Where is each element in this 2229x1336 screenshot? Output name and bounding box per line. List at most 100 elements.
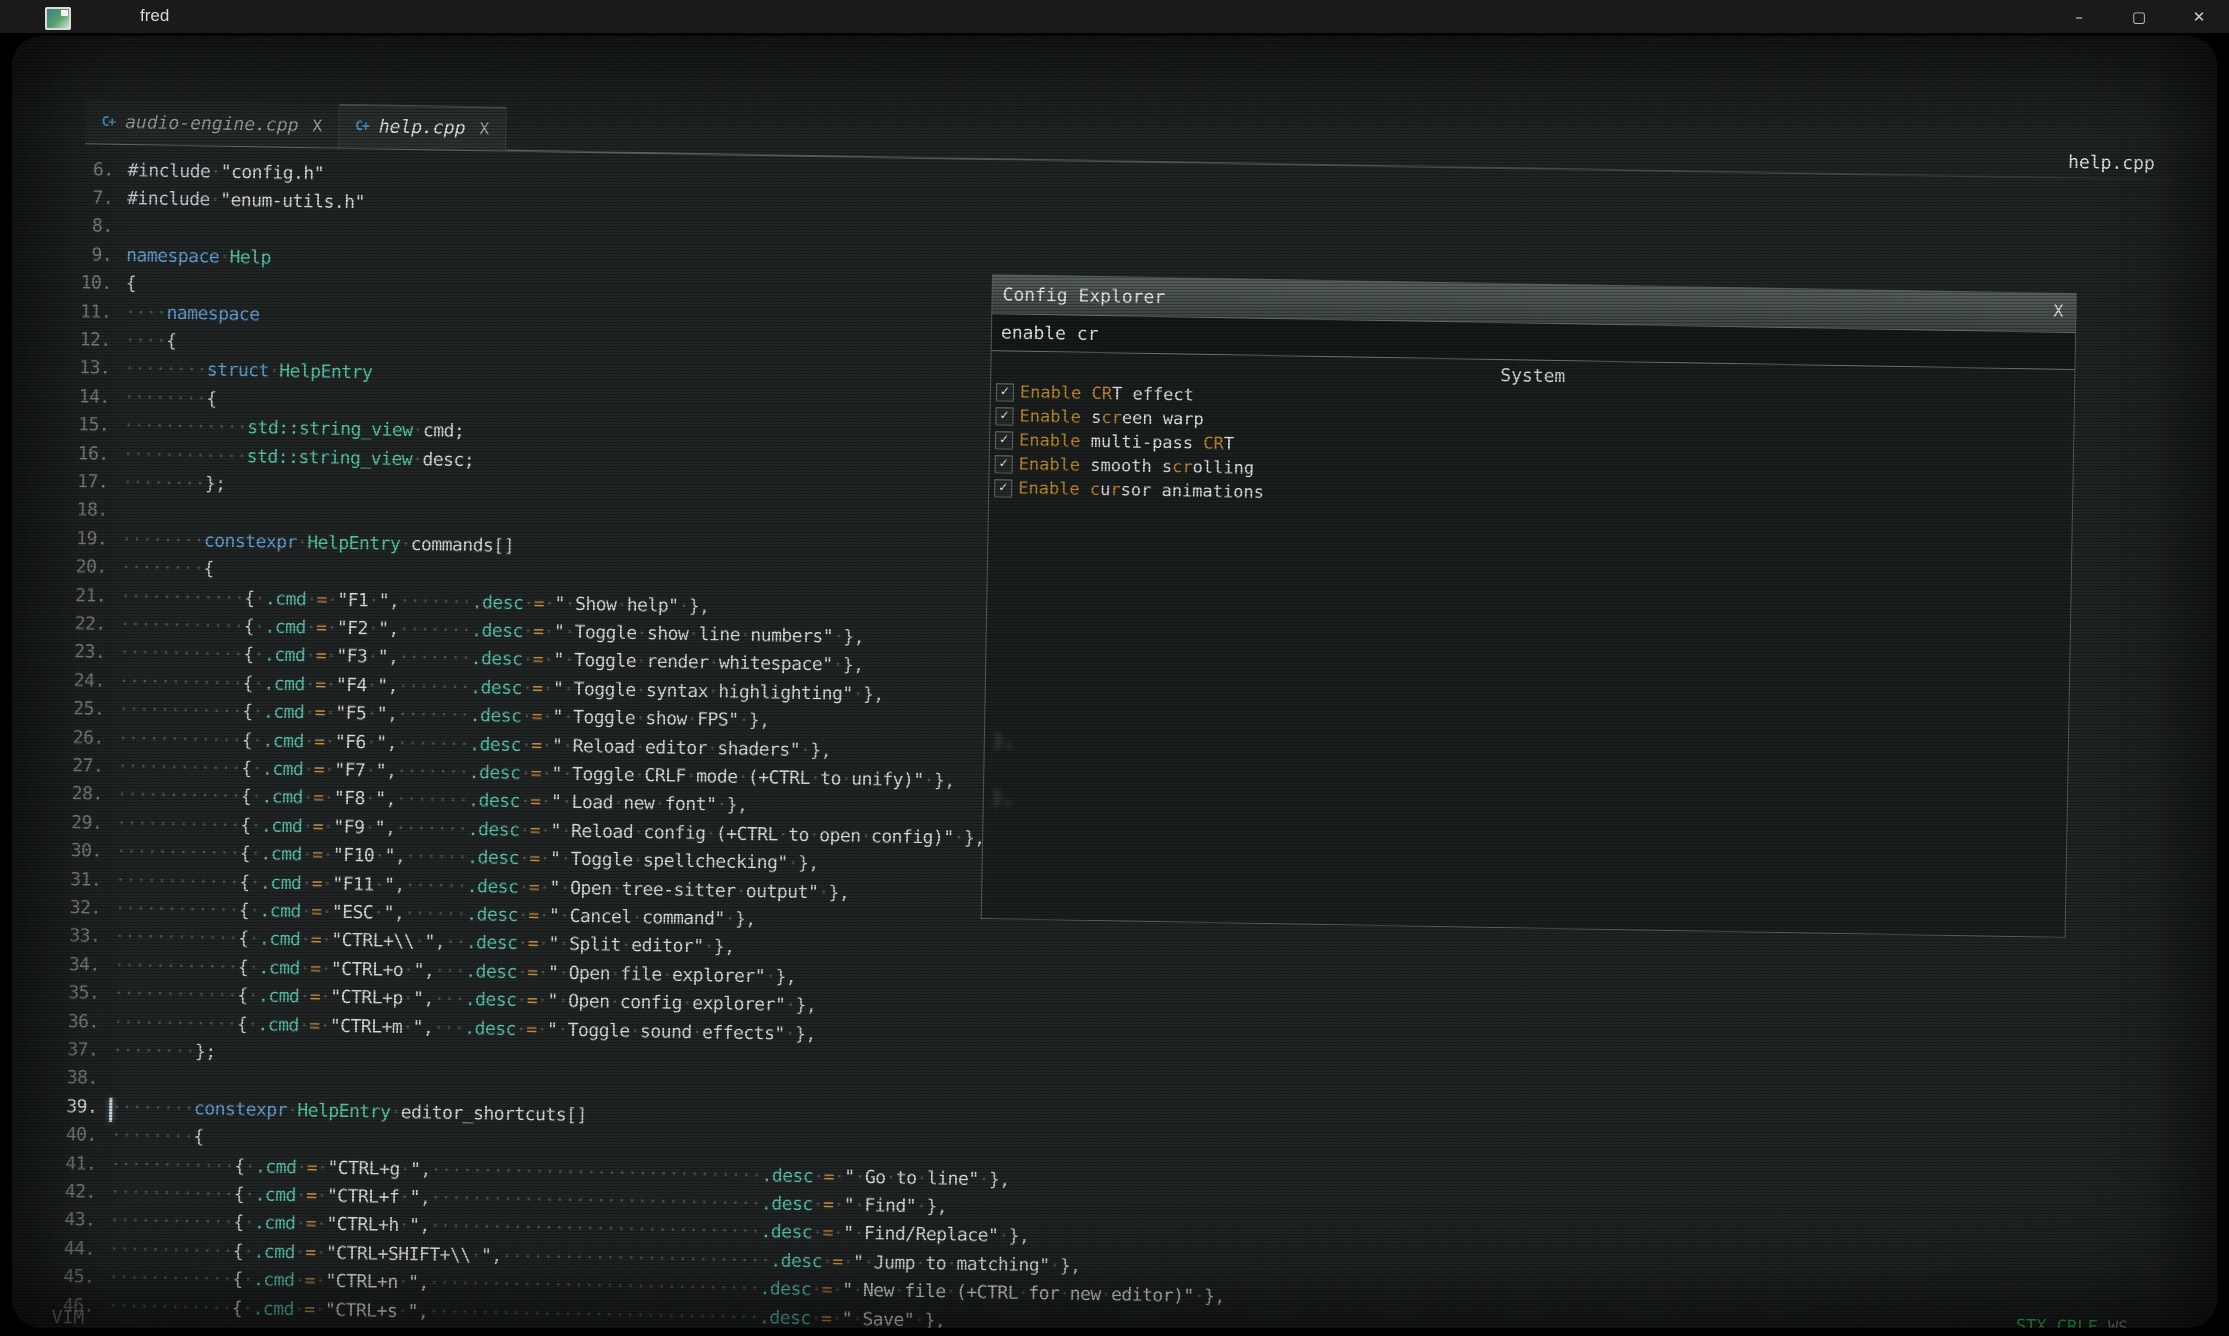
tab-close-icon[interactable]: X (312, 116, 322, 135)
whitespace-dots: · (254, 616, 265, 637)
whitespace-dots: · (834, 1166, 845, 1187)
line-number: 40. (33, 1124, 97, 1146)
whitespace-dots: ········ (111, 1097, 194, 1119)
crt-ghost-artifact: }, (992, 787, 1014, 808)
whitespace-dots: · (765, 966, 776, 987)
whitespace-dots: · (402, 1017, 413, 1038)
whitespace-dots: · (565, 593, 576, 614)
whitespace-dots: ············ (120, 614, 244, 637)
whitespace-dots: · (470, 1245, 481, 1266)
whitespace-dots: · (540, 792, 551, 813)
whitespace-dots: ········ (121, 557, 204, 579)
minimize-button[interactable]: – (2049, 0, 2109, 33)
whitespace-dots: · (253, 673, 264, 694)
whitespace-dots: ··· (433, 1017, 464, 1039)
whitespace-dots: · (521, 706, 532, 727)
whitespace-dots: · (242, 1298, 253, 1319)
whitespace-dots: · (538, 905, 549, 926)
checkbox-checked-icon[interactable]: ✓ (995, 455, 1013, 473)
whitespace-dots: · (519, 848, 530, 869)
line-number: 11. (47, 300, 111, 322)
checkbox-checked-icon[interactable]: ✓ (995, 431, 1013, 449)
whitespace-dots: · (682, 993, 693, 1014)
tab-label: audio-engine.cpp (125, 111, 299, 135)
whitespace-dots: · (978, 1169, 989, 1190)
whitespace-dots: ······· (396, 761, 469, 783)
whitespace-dots: · (323, 816, 334, 837)
checkbox-checked-icon[interactable]: ✓ (996, 383, 1014, 401)
whitespace-dots: · (520, 791, 531, 812)
line-number: 22. (42, 613, 106, 635)
whitespace-dots: · (945, 1282, 956, 1303)
whitespace-dots: · (564, 650, 575, 671)
line-number: 28. (39, 783, 103, 805)
whitespace-dots: ········ (121, 529, 204, 551)
checkbox-checked-icon[interactable]: ✓ (995, 407, 1013, 425)
whitespace-dots: ············ (115, 870, 239, 893)
maximize-button[interactable]: ▢ (2109, 0, 2169, 33)
whitespace-dots: ··· (434, 989, 465, 1011)
whitespace-dots: · (705, 823, 716, 844)
config-option-enable-cursor-animations[interactable]: ✓Enable cursor animations (994, 476, 1264, 505)
text-cursor (109, 1098, 112, 1122)
whitespace-dots: · (916, 1196, 927, 1217)
popup-close-icon[interactable]: X (2053, 302, 2064, 322)
whitespace-dots: ······· (397, 732, 470, 754)
whitespace-dots: · (403, 960, 414, 981)
whitespace-dots: · (562, 735, 573, 756)
whitespace-dots: · (324, 760, 335, 781)
whitespace-dots: ······· (398, 647, 471, 669)
line-number: 36. (35, 1010, 99, 1032)
whitespace-dots: ······· (397, 704, 470, 726)
whitespace-dots: · (833, 1195, 844, 1216)
line-number: 27. (39, 755, 103, 777)
code-line: 17.········}; (44, 471, 226, 502)
line-number: 43. (31, 1209, 95, 1231)
whitespace-dots: · (1059, 1284, 1070, 1305)
whitespace-dots: · (558, 991, 569, 1012)
whitespace-dots: · (412, 420, 423, 441)
whitespace-dots: · (327, 589, 338, 610)
whitespace-dots: ······· (399, 619, 472, 641)
config-option-list: ✓Enable CRT effect✓Enable screen warp✓En… (994, 380, 1266, 505)
whitespace-dots: · (654, 794, 665, 815)
whitespace-dots: · (518, 877, 529, 898)
whitespace-dots: · (523, 621, 534, 642)
whitespace-dots: · (613, 793, 624, 814)
whitespace-dots: · (250, 843, 261, 864)
config-explorer-popup: Config Explorer X enable cr System ✓Enab… (981, 274, 2077, 938)
whitespace-dots: · (738, 710, 749, 731)
whitespace-dots: ············ (108, 1267, 232, 1290)
line-number: 32. (37, 897, 101, 919)
whitespace-dots: · (297, 532, 308, 553)
whitespace-dots: ············ (108, 1295, 232, 1318)
cursor-position-status: 22px Ln 39, Col 1 (15.42%) (1439, 1323, 1909, 1328)
whitespace-dots: · (536, 1019, 547, 1040)
whitespace-dots: · (248, 957, 259, 978)
whitespace-dots: ································ (431, 1159, 762, 1186)
line-number: 9. (48, 243, 112, 265)
whitespace-dots: · (247, 1014, 258, 1035)
code-line: 20.········{ (42, 556, 214, 587)
line-number: 19. (43, 527, 107, 549)
tab-bar: C+audio-engine.cppXC+help.cppX (85, 99, 506, 150)
tab-audio-engine.cpp[interactable]: C+audio-engine.cppX (85, 99, 339, 147)
tab-close-icon[interactable]: X (479, 119, 489, 138)
line-number: 33. (36, 925, 100, 947)
whitespace-dots: ······· (399, 590, 472, 612)
whitespace-dots: ············ (119, 671, 243, 694)
whitespace-dots: · (540, 820, 551, 841)
whitespace-dots: ············ (118, 699, 242, 722)
whitespace-dots: · (247, 985, 258, 1006)
whitespace-dots: · (326, 618, 337, 639)
close-button[interactable]: ✕ (2169, 0, 2229, 33)
whitespace-dots: · (616, 594, 627, 615)
whitespace-dots: · (852, 1308, 863, 1328)
whitespace-dots: · (822, 1251, 833, 1272)
app-icon (45, 7, 71, 30)
whitespace-dots: · (559, 934, 570, 955)
whitespace-dots: ············ (119, 642, 243, 665)
line-number: 35. (35, 982, 99, 1004)
tab-help.cpp[interactable]: C+help.cppX (339, 104, 507, 151)
checkbox-checked-icon[interactable]: ✓ (994, 479, 1012, 497)
